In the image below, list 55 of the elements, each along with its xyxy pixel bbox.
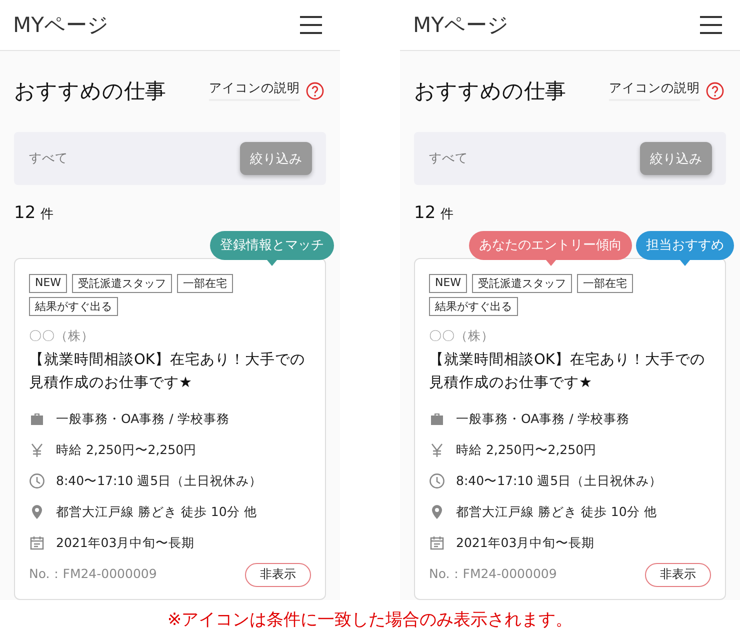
job-detail: 8:40〜17:10 週5日（土日祝休み） bbox=[56, 472, 262, 490]
job-tag: 一部在宅 bbox=[177, 274, 234, 293]
section-title: おすすめの仕事 bbox=[14, 78, 166, 105]
job-tag: 受託派遣スタッフ bbox=[472, 274, 572, 293]
page-title: MYページ bbox=[13, 12, 109, 39]
job-number: No.：FM24-0000009 bbox=[429, 566, 557, 584]
filter-label: すべて bbox=[29, 150, 68, 168]
icon-help-link[interactable]: アイコンの説明 bbox=[209, 80, 300, 102]
footnote: ※アイコンは条件に一致した場合のみ表示されます。 bbox=[166, 609, 574, 631]
result-count: 12 bbox=[414, 202, 436, 223]
result-count: 12 bbox=[14, 202, 36, 223]
briefcase-icon bbox=[429, 410, 445, 427]
help-icon[interactable] bbox=[706, 82, 724, 100]
job-title: 【就業時間相談OK】在宅あり！大手での見積作成のお仕事です★ bbox=[429, 350, 706, 393]
count-unit: 件 bbox=[40, 206, 54, 223]
job-tag: 受託派遣スタッフ bbox=[72, 274, 172, 293]
job-detail: 時給 2,250円〜2,250円 bbox=[456, 440, 597, 459]
section-title: おすすめの仕事 bbox=[414, 78, 566, 105]
map-pin-icon bbox=[429, 504, 445, 520]
company-name: 〇〇（株） bbox=[29, 328, 95, 345]
calendar-icon bbox=[29, 534, 45, 551]
job-detail: 2021年03月中旬〜長期 bbox=[456, 534, 595, 552]
job-title: 【就業時間相談OK】在宅あり！大手での見積作成のお仕事です★ bbox=[29, 350, 306, 393]
help-icon[interactable] bbox=[306, 82, 324, 100]
job-tag: 結果がすぐ出る bbox=[29, 296, 118, 316]
icon-help-link[interactable]: アイコンの説明 bbox=[609, 80, 700, 102]
job-card[interactable]: NEW 受託派遣スタッフ 一部在宅 結果がすぐ出る 〇〇（株） 【就業時間相談OK】在宅あり！大手での見積作成のお仕事です★ 一般事務・OA事務 / 学校事務 時給 2,250円〜2,250円 8:40〜17:10 週5日（土日祝休み） 都営大江戸線 勝どき 徒歩 10分 他 2021年03月中旬〜長期 No.：FM24-0000009 非表示 bbox=[14, 258, 326, 600]
page-title: MYページ bbox=[413, 12, 509, 39]
job-detail: 8:40〜17:10 週5日（土日祝休み） bbox=[456, 472, 662, 490]
job-card[interactable]: NEW 受託派遣スタッフ 一部在宅 結果がすぐ出る 〇〇（株） 【就業時間相談OK】在宅あり！大手での見積作成のお仕事です★ 一般事務・OA事務 / 学校事務 時給 2,250円〜2,250円 8:40〜17:10 週5日（土日祝休み） 都営大江戸線 勝どき 徒歩 10分 他 2021年03月中旬〜長期 No.：FM24-0000009 非表示 bbox=[414, 258, 726, 600]
map-pin-icon bbox=[29, 504, 45, 520]
briefcase-icon bbox=[29, 410, 45, 427]
menu-icon[interactable] bbox=[700, 16, 722, 34]
yen-icon bbox=[29, 442, 45, 458]
menu-icon[interactable] bbox=[300, 16, 322, 34]
job-detail: 時給 2,250円〜2,250円 bbox=[56, 440, 197, 459]
count-unit: 件 bbox=[440, 206, 454, 223]
job-number: No.：FM24-0000009 bbox=[29, 566, 157, 584]
job-detail: 一般事務・OA事務 / 学校事務 bbox=[456, 410, 630, 428]
job-detail: 都営大江戸線 勝どき 徒歩 10分 他 bbox=[56, 502, 257, 521]
job-tag: 結果がすぐ出る bbox=[429, 296, 518, 316]
clock-icon bbox=[429, 472, 445, 489]
hide-button[interactable]: 非表示 bbox=[645, 562, 711, 587]
job-detail: 一般事務・OA事務 / 学校事務 bbox=[56, 410, 230, 428]
calendar-icon bbox=[429, 534, 445, 551]
yen-icon bbox=[429, 442, 445, 458]
clock-icon bbox=[29, 472, 45, 489]
job-detail: 都営大江戸線 勝どき 徒歩 10分 他 bbox=[456, 502, 657, 521]
filter-label: すべて bbox=[429, 150, 468, 168]
job-tag: 一部在宅 bbox=[577, 274, 634, 293]
company-name: 〇〇（株） bbox=[429, 328, 495, 345]
job-tag: NEW bbox=[29, 274, 68, 293]
job-detail: 2021年03月中旬〜長期 bbox=[56, 534, 195, 552]
hide-button[interactable]: 非表示 bbox=[245, 562, 311, 587]
job-tag: NEW bbox=[429, 274, 468, 293]
